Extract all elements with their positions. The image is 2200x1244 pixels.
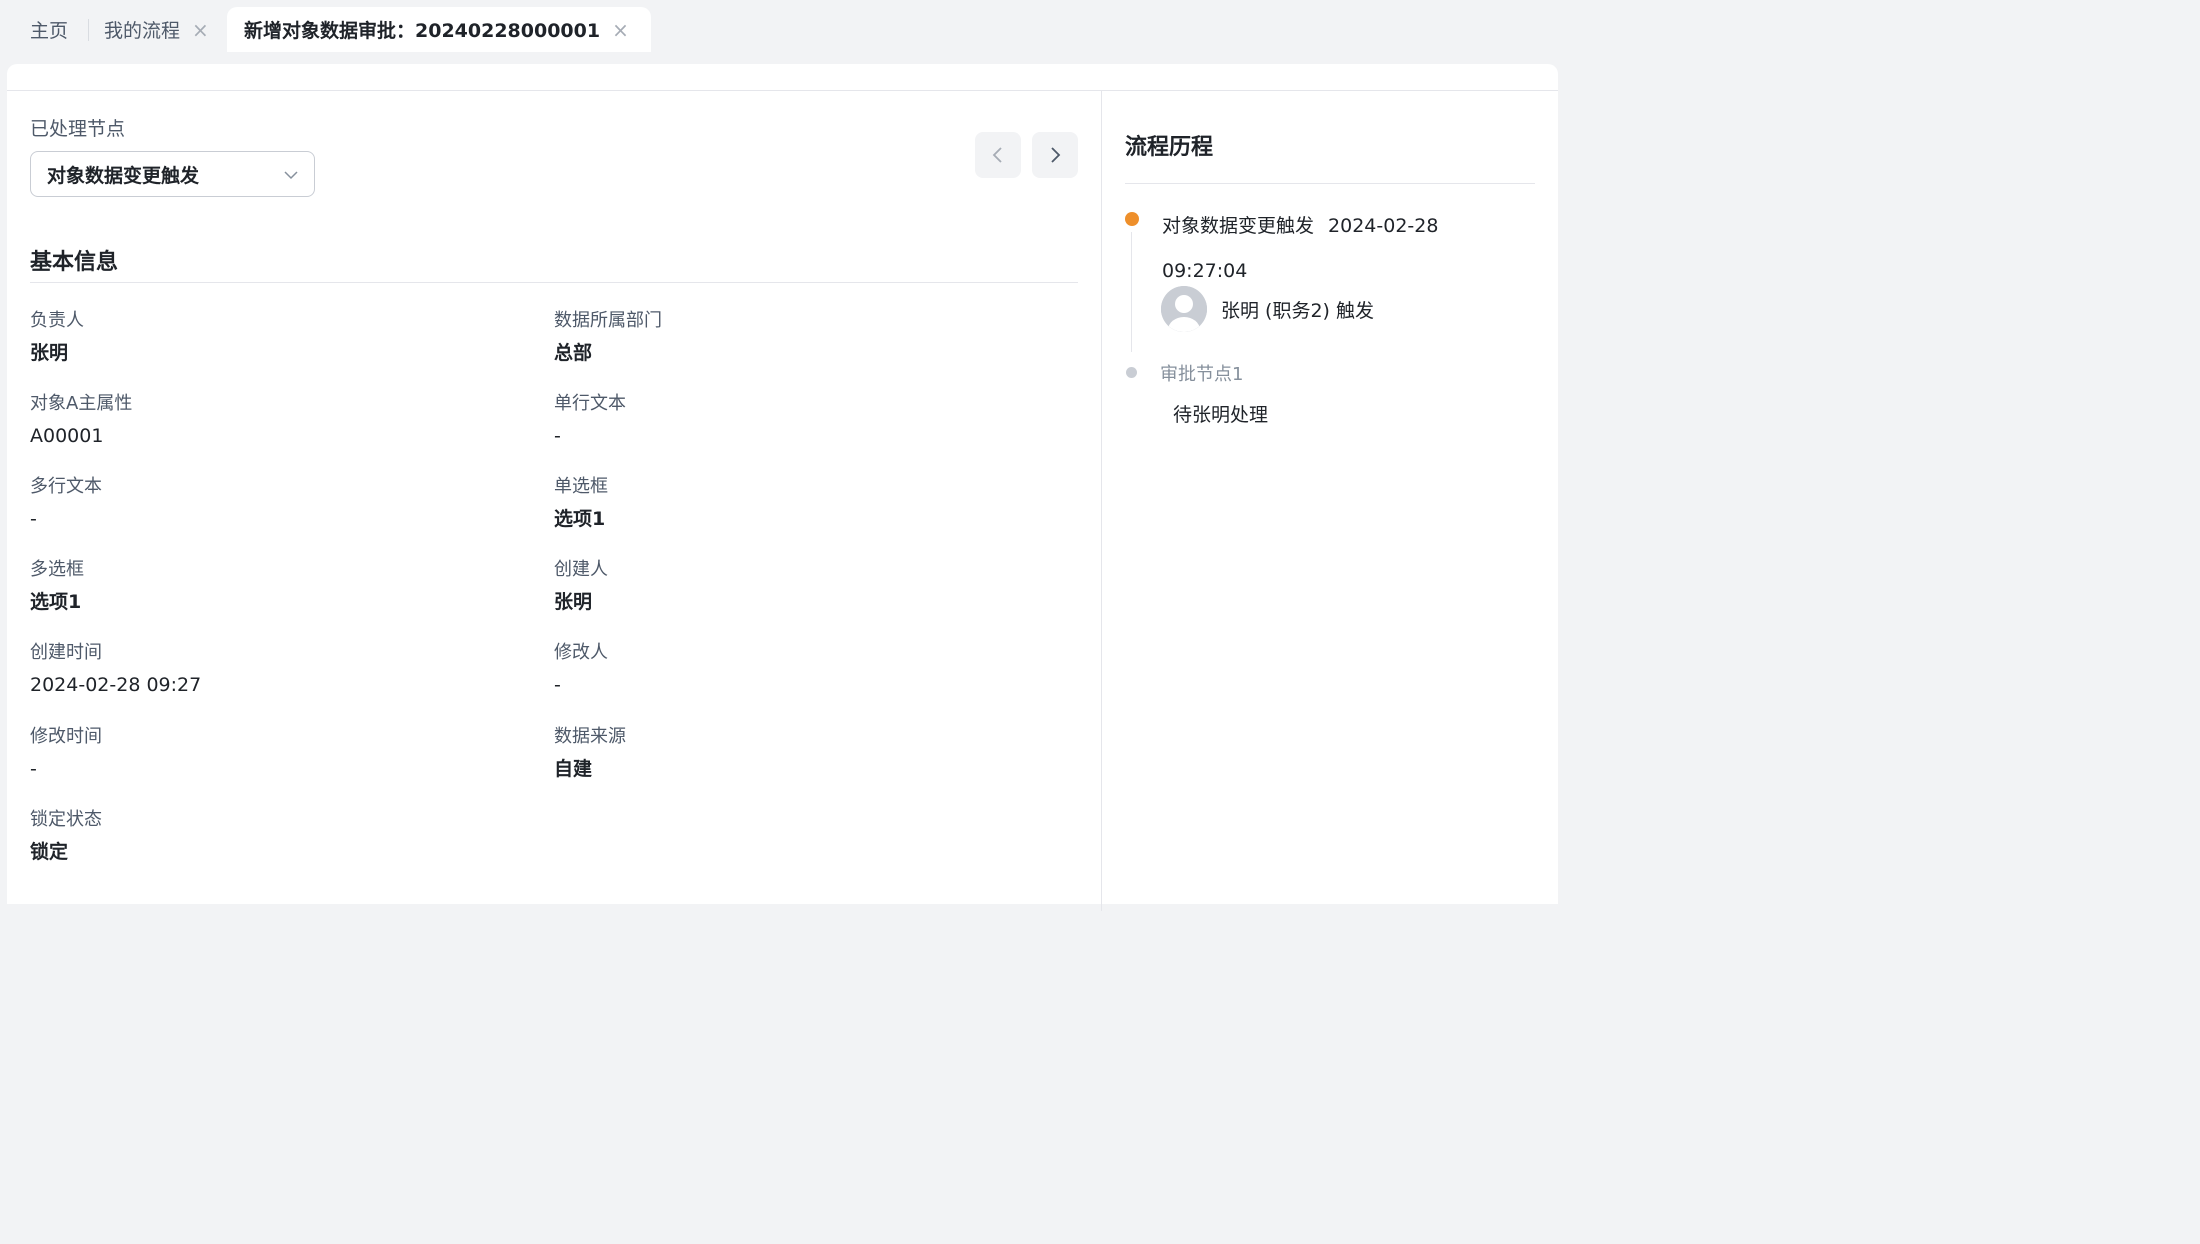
field-label: 创建时间: [30, 642, 102, 663]
field-value: 选项1: [30, 591, 82, 613]
chevron-down-icon: [284, 171, 298, 180]
user-avatar-icon: [1161, 286, 1207, 332]
field-value: -: [554, 425, 561, 447]
field-label: 修改时间: [30, 726, 102, 747]
flow-history-title: 流程历程: [1125, 135, 1214, 160]
field-label: 修改人: [554, 642, 608, 663]
field-value: -: [30, 758, 37, 780]
tab-approval-active[interactable]: 新增对象数据审批：20240228000001 ×: [227, 7, 651, 52]
field-multi-line-text: 多行文本 -: [30, 475, 510, 531]
timeline-pending-status: 待张明处理: [1173, 404, 1269, 426]
tab-my-flow-label: 我的流程: [104, 20, 181, 42]
field-created-time: 创建时间 2024-02-28 09:27: [30, 641, 510, 697]
field-modified-time: 修改时间 -: [30, 725, 510, 781]
tab-home-label: 主页: [30, 20, 69, 42]
timeline-node-name: 审批节点1: [1160, 364, 1244, 385]
tab-separator: [88, 19, 89, 41]
field-label: 负责人: [30, 310, 84, 331]
card-top-divider: [7, 90, 1558, 91]
chevron-right-icon: [1051, 147, 1061, 163]
field-value: 总部: [554, 342, 593, 364]
basic-info-divider: [30, 282, 1078, 283]
timeline-actor: 张明 (职务2) 触发: [1221, 300, 1374, 322]
field-primary-attr: 对象A主属性 A00001: [30, 392, 510, 448]
tab-my-flow[interactable]: 我的流程 ×: [104, 7, 209, 52]
field-label: 多行文本: [30, 476, 102, 497]
field-creator: 创建人 张明: [554, 558, 1034, 614]
tab-approval-label: 新增对象数据审批：20240228000001: [244, 20, 601, 42]
next-node-button[interactable]: [1032, 132, 1078, 178]
timeline-node-name: 对象数据变更触发: [1162, 215, 1315, 237]
field-label: 单行文本: [554, 393, 626, 414]
close-icon[interactable]: ×: [192, 20, 209, 40]
field-single-line-text: 单行文本 -: [554, 392, 1034, 448]
field-radio: 单选框 选项1: [554, 475, 1034, 531]
prev-node-button[interactable]: [975, 132, 1021, 178]
field-modifier: 修改人 -: [554, 641, 1034, 697]
field-label: 数据所属部门: [554, 310, 662, 331]
processed-nodes-label: 已处理节点: [30, 118, 126, 140]
field-label: 多选框: [30, 559, 84, 580]
flow-history-divider: [1125, 183, 1535, 184]
tab-bar: 主页 我的流程 × 新增对象数据审批：20240228000001 ×: [0, 0, 1568, 52]
field-owner: 负责人 张明: [30, 309, 510, 365]
field-value: -: [30, 508, 37, 530]
field-label: 单选框: [554, 476, 608, 497]
processed-node-select[interactable]: 对象数据变更触发: [30, 151, 315, 197]
processed-node-selected: 对象数据变更触发: [47, 164, 200, 187]
timeline-step-1: 对象数据变更触发 2024-02-28 09:27:04: [1162, 204, 1492, 294]
field-label: 对象A主属性: [30, 393, 133, 414]
field-lock-status: 锁定状态 锁定: [30, 808, 510, 864]
field-checkbox: 多选框 选项1: [30, 558, 510, 614]
field-value: 锁定: [30, 841, 69, 863]
avatar: [1161, 286, 1207, 332]
basic-info-title: 基本信息: [30, 250, 119, 275]
approval-detail-card: 已处理节点 对象数据变更触发 基本信息 负责人 张明 数据所属部门 总部 对象A…: [7, 64, 1558, 911]
field-value: 自建: [554, 758, 593, 780]
timeline-dot-done: [1125, 212, 1139, 226]
timeline-dot-pending: [1126, 367, 1137, 378]
field-value: 选项1: [554, 508, 606, 530]
field-label: 创建人: [554, 559, 608, 580]
field-label: 数据来源: [554, 726, 626, 747]
field-label: 锁定状态: [30, 809, 102, 830]
chevron-left-icon: [992, 147, 1002, 163]
field-department: 数据所属部门 总部: [554, 309, 1034, 365]
field-value: -: [554, 674, 561, 696]
field-value: 2024-02-28 09:27: [30, 674, 202, 696]
close-icon[interactable]: ×: [612, 20, 629, 40]
timeline-connector: [1131, 232, 1132, 352]
field-value: 张明: [554, 591, 593, 613]
field-value: 张明: [30, 342, 69, 364]
field-data-source: 数据来源 自建: [554, 725, 1034, 781]
pane-divider: [1101, 91, 1102, 911]
tab-home[interactable]: 主页: [30, 7, 68, 52]
field-value: A00001: [30, 425, 104, 447]
